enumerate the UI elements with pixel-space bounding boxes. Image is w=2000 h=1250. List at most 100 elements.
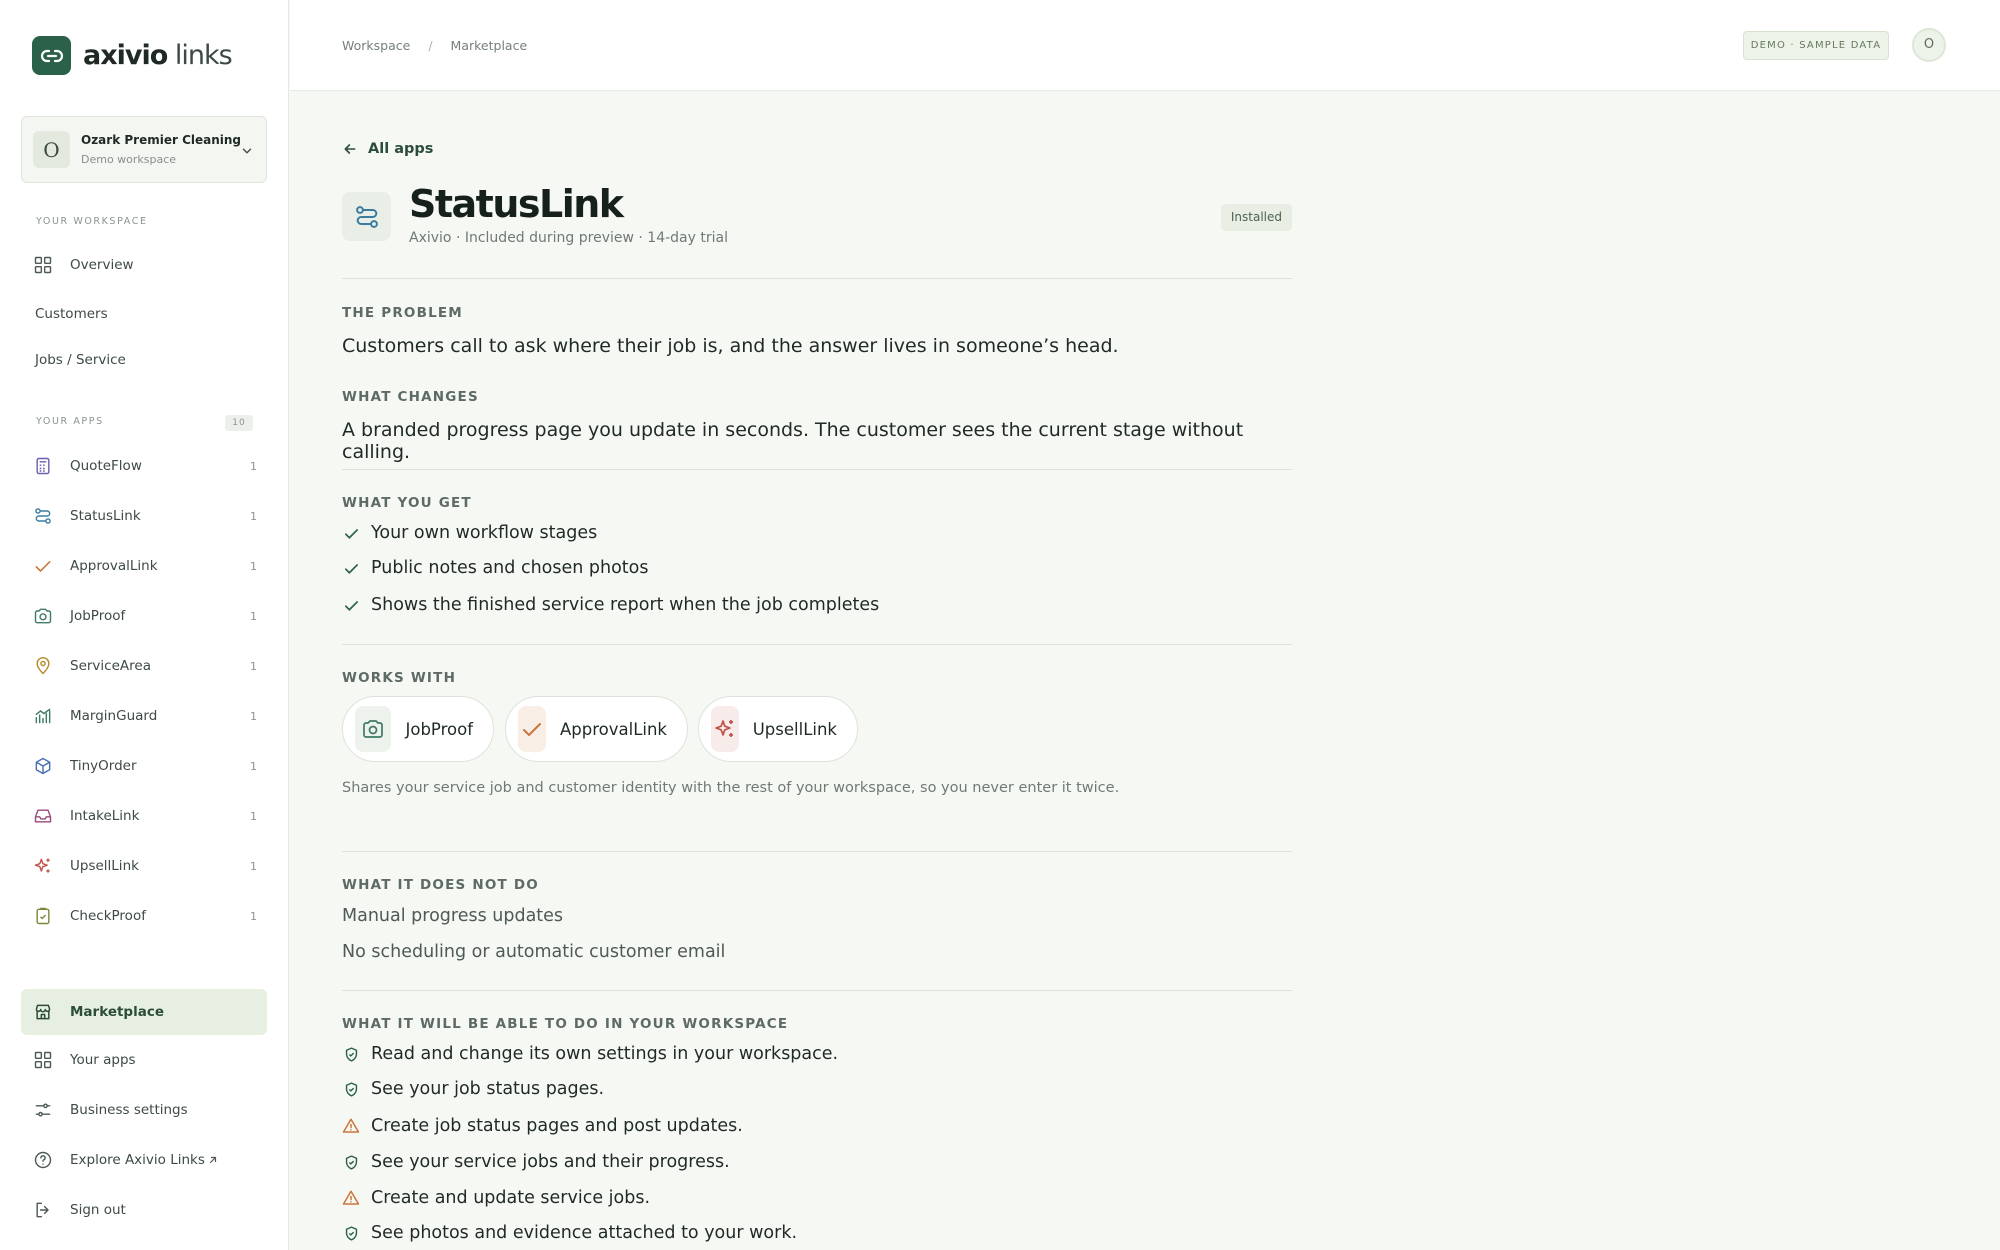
shield-check-icon: [342, 1153, 360, 1171]
sidebar-item-checkproof[interactable]: CheckProof 1: [21, 895, 267, 937]
sidebar-item-label: UpsellLink: [70, 858, 139, 874]
back-label: All apps: [368, 141, 434, 157]
feature-text: Your own workflow stages: [371, 523, 598, 543]
shield-check-icon: [342, 1224, 360, 1242]
help-circle-icon: [34, 1151, 52, 1169]
back-link[interactable]: All apps: [342, 141, 433, 157]
apps-count-badge: 10: [225, 415, 253, 431]
calculator-icon: [36, 457, 50, 475]
sidebar-item-your-apps[interactable]: Your apps: [21, 1039, 267, 1081]
sidebar-item-business-settings[interactable]: Business settings: [21, 1089, 267, 1131]
works-with-upselllink[interactable]: UpsellLink: [698, 696, 858, 762]
sidebar-item-servicearea[interactable]: ServiceArea 1: [21, 645, 267, 687]
chevron-down-icon: [242, 148, 252, 154]
permissions-heading: WHAT IT WILL BE ABLE TO DO IN YOUR WORKS…: [342, 1016, 789, 1032]
map-pin-icon: [36, 656, 50, 675]
works-heading: WORKS WITH: [342, 670, 457, 686]
works-with-label: UpsellLink: [752, 719, 837, 739]
shield-check-icon: [342, 1045, 360, 1063]
divider: [342, 469, 1292, 470]
sidebar-item-jobproof[interactable]: JobProof 1: [21, 595, 267, 637]
sidebar-item-marginguard[interactable]: MarginGuard 1: [21, 695, 267, 737]
check-icon: [342, 524, 360, 542]
not-do-item: No scheduling or automatic customer emai…: [342, 942, 726, 962]
brand-logo[interactable]: axivio links: [32, 36, 233, 75]
sidebar-item-explore[interactable]: Explore Axivio Links: [21, 1139, 267, 1181]
app-count: 1: [250, 509, 257, 523]
check-icon: [518, 706, 546, 752]
warning-triangle-icon: [342, 1117, 360, 1135]
sidebar-item-sign-out[interactable]: Sign out: [21, 1189, 267, 1231]
app-count: 1: [250, 559, 257, 573]
page-title: StatusLink: [409, 182, 624, 226]
list-item: Public notes and chosen photos: [342, 558, 649, 578]
grid-icon: [34, 1051, 52, 1069]
changes-heading: WHAT CHANGES: [342, 389, 479, 405]
brand-name: axivio links: [83, 40, 233, 71]
check-icon: [35, 561, 51, 573]
permission-item: See your service jobs and their progress…: [342, 1152, 730, 1172]
problem-text: Customers call to ask where their job is…: [342, 335, 1119, 357]
sidebar-item-jobs[interactable]: Jobs / Service: [21, 339, 267, 381]
app-icon: [342, 192, 391, 241]
works-with-label: JobProof: [405, 719, 473, 739]
breadcrumb-marketplace: Marketplace: [450, 38, 528, 53]
app-count: 1: [250, 659, 257, 673]
permission-item: See your job status pages.: [342, 1079, 604, 1099]
divider: [342, 851, 1292, 852]
permission-text: Read and change its own settings in your…: [371, 1044, 839, 1064]
status-badge: Installed: [1220, 204, 1292, 231]
app-count: 1: [250, 859, 257, 873]
workspace-avatar: O: [33, 131, 70, 168]
sidebar-item-label: QuoteFlow: [70, 458, 142, 474]
breadcrumb-workspace[interactable]: Workspace: [342, 38, 410, 53]
grid-icon: [34, 256, 52, 274]
sidebar-item-label: ServiceArea: [70, 658, 151, 674]
problem-heading: THE PROBLEM: [342, 305, 463, 321]
link-logo-icon: [32, 36, 71, 75]
app-count: 1: [250, 609, 257, 623]
permission-item: Create job status pages and post updates…: [342, 1116, 743, 1136]
feature-text: Public notes and chosen photos: [371, 558, 649, 578]
permission-text: Create job status pages and post updates…: [371, 1116, 743, 1136]
sidebar-item-intakelink[interactable]: IntakeLink 1: [21, 795, 267, 837]
store-icon: [35, 1004, 51, 1020]
workspace-sub: Demo workspace: [81, 153, 177, 166]
sidebar-item-label: Sign out: [70, 1202, 126, 1218]
route-icon: [35, 508, 51, 524]
permission-item: Read and change its own settings in your…: [342, 1044, 838, 1064]
permission-text: Create and update service jobs.: [371, 1188, 651, 1208]
sidebar-item-approvallink[interactable]: ApprovalLink 1: [21, 545, 267, 587]
sidebar-item-label: Customers: [35, 306, 108, 322]
permission-text: See your job status pages.: [371, 1079, 605, 1099]
sidebar-item-customers[interactable]: Customers: [21, 293, 267, 335]
demo-badge: DEMO · SAMPLE DATA: [1743, 31, 1889, 60]
sidebar-item-statuslink[interactable]: StatusLink 1: [21, 495, 267, 537]
user-avatar[interactable]: O: [1912, 28, 1946, 62]
sidebar-item-label: ApprovalLink: [70, 558, 158, 574]
works-with-label: ApprovalLink: [559, 719, 667, 739]
works-with-jobproof[interactable]: JobProof: [342, 696, 494, 762]
sidebar-item-label: StatusLink: [70, 508, 141, 524]
divider: [342, 990, 1292, 991]
permission-item: Create and update service jobs.: [342, 1188, 650, 1208]
sidebar-item-quoteflow[interactable]: QuoteFlow 1: [21, 445, 267, 487]
sidebar-item-label: Your apps: [70, 1052, 136, 1068]
sidebar-item-overview[interactable]: Overview: [21, 244, 267, 286]
camera-icon: [34, 608, 52, 624]
divider: [342, 644, 1292, 645]
workspace-switcher[interactable]: O Ozark Premier Cleaning Demo workspace: [21, 116, 267, 183]
sidebar-item-marketplace[interactable]: Marketplace: [21, 989, 267, 1035]
works-with-approvallink[interactable]: ApprovalLink: [505, 696, 688, 762]
sidebar-item-upselllink[interactable]: UpsellLink 1: [21, 845, 267, 887]
sidebar-item-label: Marketplace: [70, 1004, 164, 1020]
your-workspace-label: YOUR WORKSPACE: [36, 216, 148, 227]
check-icon: [342, 559, 360, 577]
sidebar-item-label: CheckProof: [70, 908, 146, 924]
sidebar-item-tinyorder[interactable]: TinyOrder 1: [21, 745, 267, 787]
inbox-icon: [34, 809, 52, 823]
permission-text: See your service jobs and their progress…: [371, 1152, 730, 1172]
app-meta: Axivio · Included during preview · 14-da…: [409, 230, 728, 246]
permission-text: See photos and evidence attached to your…: [371, 1223, 798, 1243]
camera-icon: [355, 706, 392, 752]
